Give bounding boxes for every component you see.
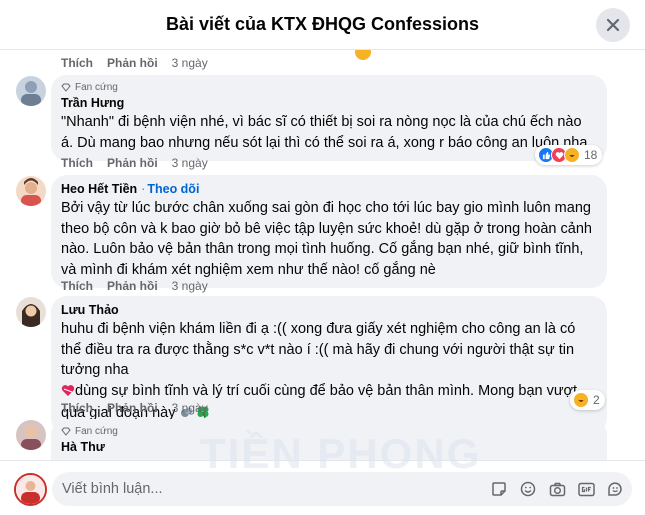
sticker-smile-icon (608, 482, 622, 496)
sticker-icon (492, 482, 506, 496)
comment-input[interactable]: Viết bình luận... (52, 472, 632, 506)
emoji-button[interactable] (519, 480, 537, 498)
sticker-smile-button[interactable] (606, 480, 624, 498)
haha-reaction-icon (573, 392, 589, 408)
reaction-summary[interactable]: 18 (535, 145, 603, 165)
comment-text: "Nhanh" đi bệnh viện nhé, vì bác sĩ có t… (61, 114, 588, 151)
comment-composer: Viết bình luận... (0, 460, 645, 515)
avatar-image (16, 176, 46, 206)
like-link[interactable]: Thích (61, 401, 93, 415)
composer-tools (479, 480, 624, 498)
gif-button[interactable] (577, 480, 595, 498)
reply-link[interactable]: Phản hồi (107, 401, 158, 415)
comment-time: 3 ngày (171, 401, 208, 415)
comment-time: 3 ngày (171, 156, 208, 170)
reaction-summary[interactable]: 2 (570, 390, 605, 410)
heart-emoji-icon (61, 383, 75, 404)
sticker-button[interactable] (490, 480, 508, 498)
haha-reaction-icon (355, 50, 371, 60)
camera-icon (549, 482, 565, 496)
comment-bubble: Fan cứng Trần Hưng "Nhanh" đi bệnh viện … (51, 75, 607, 161)
like-link[interactable]: Thích (61, 279, 93, 293)
comment-actions: Thích Phản hồi 3 ngày (61, 401, 208, 415)
gif-icon (577, 482, 595, 496)
comment-actions: Thích Phản hồi 3 ngày (61, 156, 208, 170)
comment-text-part: huhu đi bệnh viện khám liền đi ạ :(( xon… (61, 321, 580, 378)
comment-author[interactable]: Trần Hưng (61, 96, 124, 110)
avatar[interactable] (16, 297, 46, 327)
avatar[interactable] (16, 176, 46, 206)
reply-link[interactable]: Phản hồi (107, 279, 158, 293)
separator-dot: · (141, 182, 146, 196)
comment-actions-previous: Thích Phản hồi 3 ngày (61, 56, 208, 70)
badge-label: Fan cứng (75, 82, 118, 93)
like-link[interactable]: Thích (61, 156, 93, 170)
avatar[interactable] (16, 420, 46, 450)
comment-author[interactable]: Heo Hết Tiền (61, 182, 137, 196)
diamond-badge-icon (61, 427, 71, 436)
fan-badge: Fan cứng (61, 426, 595, 437)
reaction-count: 18 (584, 148, 598, 162)
avatar-image (16, 76, 46, 106)
comment-input-placeholder: Viết bình luận... (62, 481, 163, 497)
reply-link[interactable]: Phản hồi (107, 56, 158, 70)
close-button[interactable] (596, 8, 630, 42)
haha-reaction-icon (564, 147, 580, 163)
dialog-title: Bài viết của KTX ĐHQG Confessions (165, 14, 480, 34)
emoji-icon (520, 481, 536, 497)
avatar-image (16, 297, 46, 327)
reply-link[interactable]: Phản hồi (107, 156, 158, 170)
avatar-image (16, 475, 45, 504)
camera-button[interactable] (548, 480, 566, 498)
diamond-badge-icon (61, 83, 71, 92)
reaction-count: 2 (593, 393, 600, 407)
comment-actions: Thích Phản hồi 3 ngày (61, 279, 208, 293)
like-link[interactable]: Thích (61, 56, 93, 70)
badge-label: Fan cứng (75, 426, 118, 437)
avatar-image (16, 420, 46, 450)
comment-time: 3 ngày (171, 279, 208, 293)
fan-badge: Fan cứng (61, 82, 595, 93)
comment-bubble: Heo Hết Tiền · Theo dõi Bởi vậy từ lúc b… (51, 175, 607, 288)
follow-link[interactable]: Theo dõi (147, 182, 199, 196)
dialog-header: Bài viết của KTX ĐHQG Confessions (0, 0, 645, 50)
comment-feed[interactable]: Thích Phản hồi 3 ngày Fan cứng Trần Hưng… (0, 50, 645, 460)
comment-author[interactable]: Lưu Thảo (61, 303, 119, 317)
current-user-avatar[interactable] (14, 473, 47, 506)
comment-time: 3 ngày (171, 56, 208, 70)
avatar[interactable] (16, 76, 46, 106)
comment-author[interactable]: Hà Thư (61, 440, 105, 454)
comment-text: Bởi vậy từ lúc bước chân xuống sai gòn đ… (61, 200, 596, 278)
close-icon (606, 18, 620, 32)
comment-bubble: Fan cứng Hà Thư (51, 419, 607, 460)
